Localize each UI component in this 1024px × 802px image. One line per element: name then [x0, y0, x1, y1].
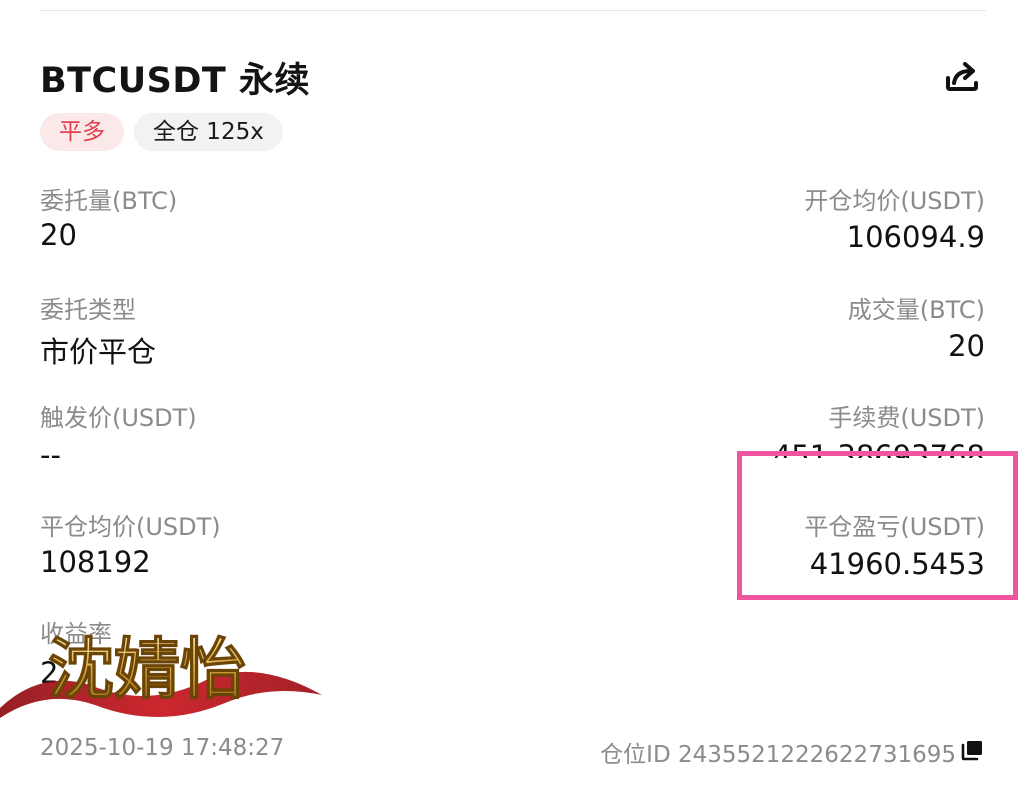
margin-mode-badge: 全仓 125x	[134, 113, 283, 151]
open-avg-price-value: 106094.9	[846, 220, 985, 254]
close-avg-price-value: 108192	[40, 545, 151, 579]
order-type-label: 委托类型	[40, 296, 136, 324]
contract-title: BTCUSDT 永续	[40, 61, 310, 101]
pnl-highlight-box	[737, 451, 1018, 600]
tag-row: 平多 全仓 125x	[40, 113, 283, 151]
top-divider	[40, 10, 986, 11]
copy-icon[interactable]	[960, 739, 984, 761]
watermark-text: 沈婧怡	[48, 630, 246, 708]
side-badge: 平多	[40, 113, 124, 151]
filled-qty-value: 20	[948, 329, 985, 363]
trigger-price-label: 触发价(USDT)	[40, 404, 197, 432]
trigger-price-value: --	[40, 438, 61, 472]
filled-qty-label: 成交量(BTC)	[847, 296, 985, 324]
position-id: 仓位ID 2435521222622731695	[600, 742, 956, 768]
order-type-value: 市价平仓	[40, 335, 157, 369]
order-qty-value: 20	[40, 218, 77, 252]
watermark-overlay: 沈婧怡	[0, 600, 330, 730]
open-avg-price-label: 开仓均价(USDT)	[804, 187, 985, 215]
order-detail-card: BTCUSDT 永续 平多 全仓 125x 委托量(BTC) 20 开仓均价(U…	[0, 0, 1024, 802]
order-timestamp: 2025-10-19 17:48:27	[40, 735, 285, 761]
fee-label: 手续费(USDT)	[828, 404, 985, 432]
close-avg-price-label: 平仓均价(USDT)	[40, 513, 221, 541]
share-icon[interactable]	[942, 56, 982, 96]
order-qty-label: 委托量(BTC)	[40, 187, 178, 215]
